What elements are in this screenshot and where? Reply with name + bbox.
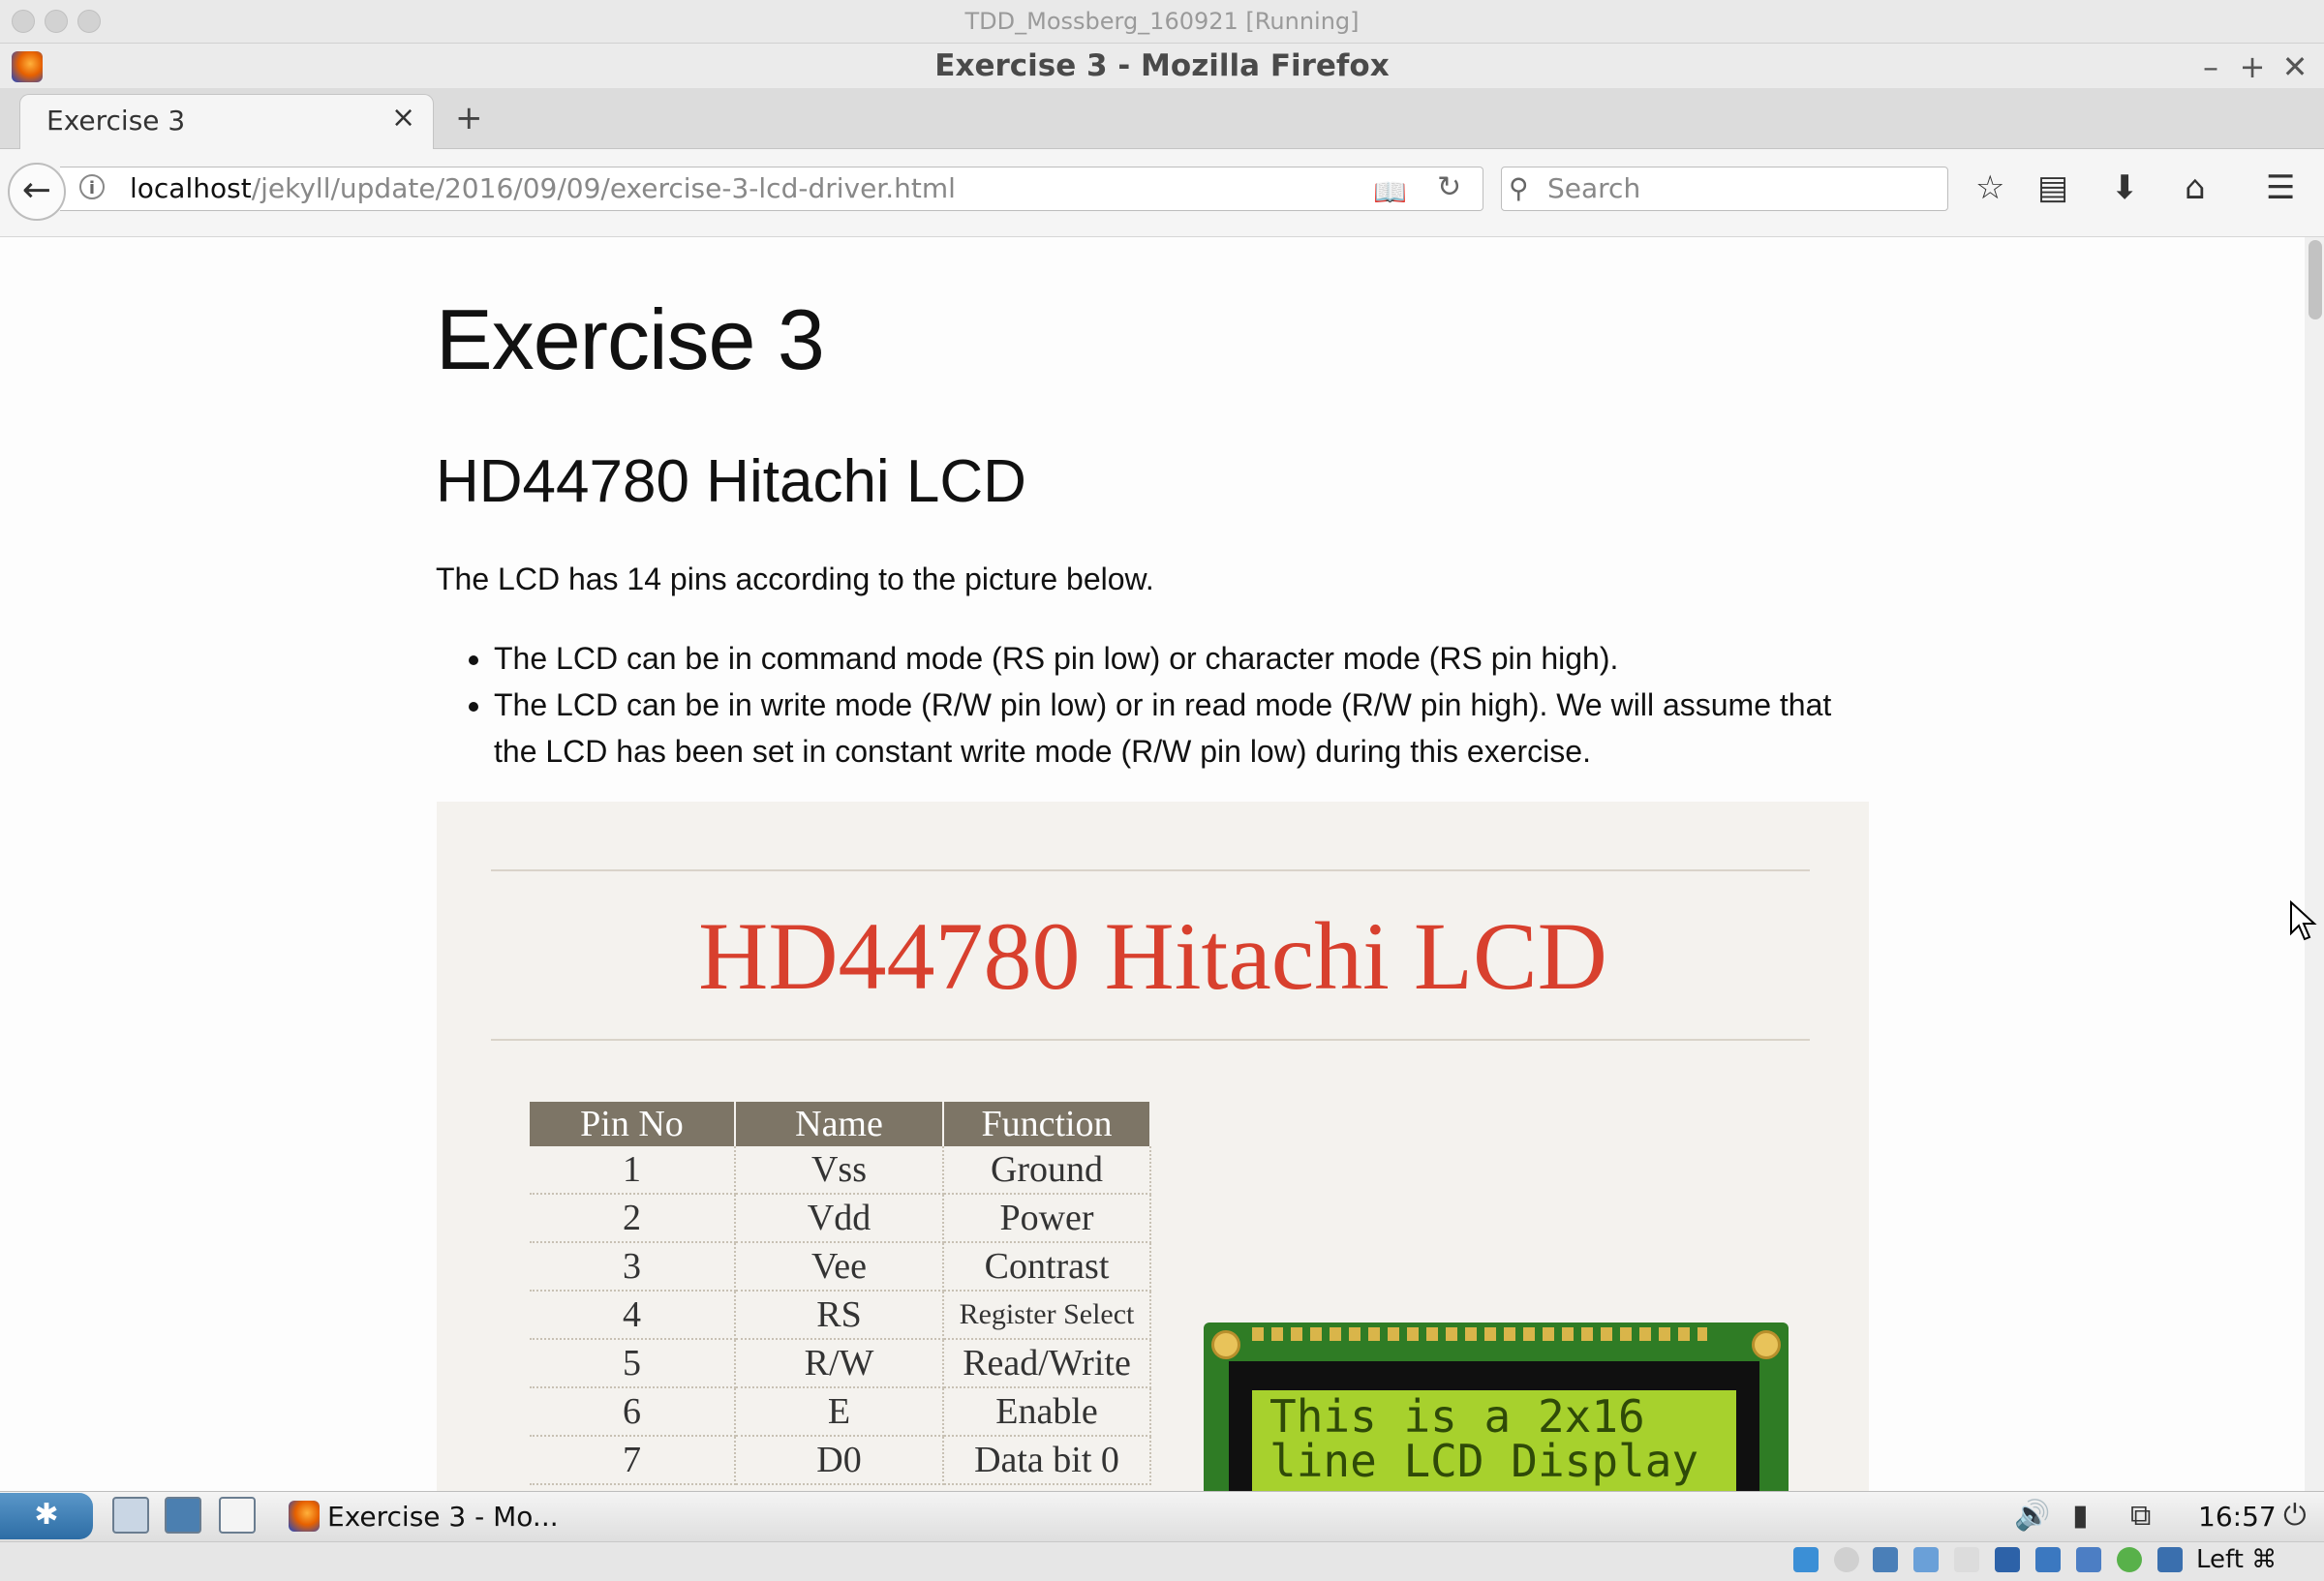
intro-paragraph: The LCD has 14 pins according to the pic…: [436, 562, 1154, 596]
start-menu-button[interactable]: ✱: [0, 1493, 93, 1539]
pin-number: 6: [530, 1387, 736, 1437]
host-key-label: Left ⌘: [2196, 1545, 2278, 1574]
pin-number: 1: [530, 1146, 736, 1195]
figure-bottom-rule: [491, 1039, 1810, 1041]
site-info-icon[interactable]: i: [79, 174, 105, 199]
figure-top-rule: [491, 869, 1810, 871]
pin-number: 5: [530, 1339, 736, 1388]
download-icon[interactable]: ⬇: [2111, 168, 2139, 207]
figure-title: HD44780 Hitachi LCD: [698, 902, 1607, 1010]
vbox-mouse-integration-icon[interactable]: [2157, 1547, 2183, 1572]
mount-hole-right: [1752, 1330, 1781, 1359]
pin-table: Pin No Name Function 1 Vss Ground 2 Vdd Powe…: [530, 1102, 1151, 1485]
lcd-pin-header: [1252, 1327, 1707, 1341]
table-row: 7 D0 Data bit 0: [530, 1436, 1151, 1485]
vbox-capture-icon[interactable]: [2117, 1547, 2142, 1572]
column-header-pin-no: Pin No: [530, 1102, 736, 1146]
pin-name: E: [735, 1387, 944, 1437]
pin-function: Contrast: [943, 1242, 1151, 1292]
network-browser-icon[interactable]: [165, 1497, 201, 1534]
battery-icon[interactable]: ▮: [2072, 1499, 2089, 1533]
power-icon[interactable]: ⏻: [2283, 1499, 2307, 1533]
minimize-button[interactable]: –: [2193, 48, 2228, 85]
firefox-window-title: Exercise 3 - Mozilla Firefox: [934, 48, 1390, 83]
tab-label: Exercise 3: [46, 105, 186, 137]
vbox-hdd-icon[interactable]: [1793, 1547, 1819, 1572]
page-title: Exercise 3: [436, 291, 825, 387]
search-icon: ⚲: [1509, 172, 1529, 204]
clipboard-icon[interactable]: ▤: [2037, 168, 2068, 207]
clock: 16:57: [2198, 1501, 2277, 1533]
url-path: /jekyll/update/2016/09/09/exercise-3-lcd…: [251, 172, 956, 204]
pin-name: D0: [735, 1436, 944, 1485]
vbox-usb-icon[interactable]: [1913, 1547, 1939, 1572]
search-input[interactable]: Search: [1547, 172, 1640, 204]
vbox-shared-folder-icon[interactable]: [1954, 1547, 1979, 1572]
column-header-function: Function: [943, 1102, 1151, 1146]
desktop-icon[interactable]: [219, 1497, 256, 1534]
volume-icon[interactable]: 🔊: [2014, 1499, 2050, 1533]
vertical-scrollbar[interactable]: [2305, 237, 2324, 1491]
file-manager-icon[interactable]: [112, 1497, 149, 1534]
star-icon[interactable]: ☆: [1975, 168, 2004, 207]
mount-hole-left: [1211, 1330, 1240, 1359]
table-row: 1 Vss Ground: [530, 1146, 1151, 1195]
pin-number: 7: [530, 1436, 736, 1485]
pin-number: 2: [530, 1194, 736, 1243]
pin-function: Data bit 0: [943, 1436, 1151, 1485]
table-row: 3 Vee Contrast: [530, 1242, 1151, 1292]
home-icon[interactable]: ⌂: [2185, 168, 2206, 207]
table-row: 2 Vdd Power: [530, 1194, 1151, 1243]
pin-function: Ground: [943, 1146, 1151, 1195]
pin-function: Enable: [943, 1387, 1151, 1437]
menu-icon[interactable]: ☰: [2266, 168, 2295, 207]
pin-number: 3: [530, 1242, 736, 1292]
lcd-display-text: This is a 2x16 line LCD Display: [1269, 1390, 1699, 1487]
host-window-title: TDD_Mossberg_160921 [Running]: [964, 8, 1360, 35]
lcd-pinout-figure: HD44780 Hitachi LCD Pin No Name Function…: [437, 802, 1869, 1491]
pin-name: Vdd: [735, 1194, 944, 1243]
back-arrow-icon: ←: [21, 170, 52, 210]
network-icon[interactable]: ⧉: [2130, 1499, 2151, 1533]
new-tab-button[interactable]: +: [455, 99, 483, 137]
url-host: localhost: [130, 172, 252, 204]
vbox-audio-icon[interactable]: [1873, 1547, 1898, 1572]
bullet-list: The LCD can be in command mode (RS pin l…: [436, 635, 1859, 775]
column-header-name: Name: [735, 1102, 944, 1146]
list-item: The LCD can be in write mode (R/W pin lo…: [494, 682, 1859, 775]
list-item: The LCD can be in command mode (RS pin l…: [494, 635, 1859, 682]
pin-function: Power: [943, 1194, 1151, 1243]
pin-name: RS: [735, 1291, 944, 1340]
pin-function: Register Select: [943, 1291, 1151, 1340]
reader-view-icon[interactable]: 📖: [1373, 176, 1407, 208]
pin-name: Vee: [735, 1242, 944, 1292]
pin-function: Read/Write: [943, 1339, 1151, 1388]
tab-close-icon[interactable]: ×: [391, 101, 415, 135]
scrollbar-thumb[interactable]: [2309, 240, 2322, 319]
pin-number: 4: [530, 1291, 736, 1340]
url-text[interactable]: localhost/jekyll/update/2016/09/09/exerc…: [130, 172, 956, 204]
vbox-network-icon[interactable]: [2035, 1547, 2061, 1572]
maximize-button[interactable]: +: [2235, 48, 2270, 85]
table-row: 6 E Enable: [530, 1387, 1151, 1437]
reload-icon[interactable]: ↻: [1437, 170, 1461, 204]
pin-name: R/W: [735, 1339, 944, 1388]
firefox-icon: [289, 1501, 320, 1532]
table-row: 5 R/W Read/Write: [530, 1339, 1151, 1388]
table-row: 4 RS Register Select: [530, 1291, 1151, 1340]
taskbar-task-label: Exercise 3 - Mo...: [327, 1501, 559, 1533]
vbox-display-icon[interactable]: [1995, 1547, 2020, 1572]
back-button[interactable]: ←: [8, 163, 66, 221]
vbox-optical-icon[interactable]: [1834, 1547, 1859, 1572]
section-heading: HD44780 Hitachi LCD: [436, 448, 1026, 515]
mouse-cursor-icon: [2290, 900, 2317, 941]
pin-name: Vss: [735, 1146, 944, 1195]
close-window-button[interactable]: ✕: [2278, 48, 2312, 85]
vbox-cpu-icon[interactable]: [2076, 1547, 2101, 1572]
